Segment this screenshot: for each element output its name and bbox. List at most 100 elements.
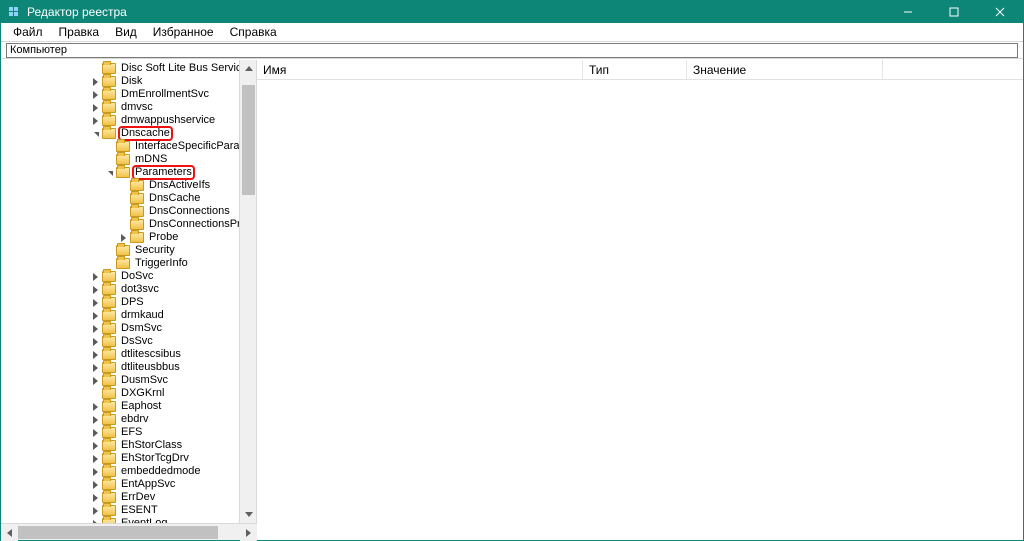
chevron-right-icon[interactable] bbox=[90, 401, 101, 412]
tree-node-label: Dnscache bbox=[119, 127, 172, 140]
folder-icon bbox=[102, 89, 116, 100]
chevron-down-icon[interactable] bbox=[90, 128, 101, 139]
tree-node[interactable]: InterfaceSpecificParameters bbox=[3, 140, 256, 153]
chevron-right-icon[interactable] bbox=[118, 232, 129, 243]
folder-icon bbox=[130, 180, 144, 191]
tree-node[interactable]: ebdrv bbox=[3, 413, 256, 426]
scroll-up-button[interactable] bbox=[240, 60, 256, 77]
tree-hscrollbar[interactable] bbox=[1, 523, 257, 540]
tree-node[interactable]: DnsConnectionsProxies bbox=[3, 218, 256, 231]
chevron-right-icon[interactable] bbox=[90, 271, 101, 282]
tree-node[interactable]: ErrDev bbox=[3, 491, 256, 504]
tree-node[interactable]: Probe bbox=[3, 231, 256, 244]
menu-edit[interactable]: Правка bbox=[51, 24, 108, 40]
tree-node[interactable]: Security bbox=[3, 244, 256, 257]
folder-icon bbox=[116, 258, 130, 269]
tree-node[interactable]: Disk bbox=[3, 75, 256, 88]
folder-icon bbox=[102, 297, 116, 308]
tree-node-label: dot3svc bbox=[119, 283, 161, 296]
chevron-right-icon[interactable] bbox=[90, 297, 101, 308]
chevron-right-icon[interactable] bbox=[90, 102, 101, 113]
tree-node-label: dmwappushservice bbox=[119, 114, 217, 127]
close-button[interactable] bbox=[977, 1, 1023, 23]
folder-icon bbox=[102, 414, 116, 425]
scroll-left-button[interactable] bbox=[1, 524, 18, 541]
column-extra[interactable] bbox=[883, 60, 1023, 80]
tree-node[interactable]: DmEnrollmentSvc bbox=[3, 88, 256, 101]
tree-node[interactable]: drmkaud bbox=[3, 309, 256, 322]
minimize-button[interactable] bbox=[885, 1, 931, 23]
tree-node[interactable]: dmvsc bbox=[3, 101, 256, 114]
tree-line bbox=[118, 206, 129, 217]
tree-node[interactable]: EhStorTcgDrv bbox=[3, 452, 256, 465]
chevron-right-icon[interactable] bbox=[90, 479, 101, 490]
chevron-right-icon[interactable] bbox=[90, 349, 101, 360]
menu-view[interactable]: Вид bbox=[107, 24, 145, 40]
chevron-right-icon[interactable] bbox=[90, 375, 101, 386]
tree-node[interactable]: DXGKrnl bbox=[3, 387, 256, 400]
tree-node[interactable]: dot3svc bbox=[3, 283, 256, 296]
column-type[interactable]: Тип bbox=[583, 60, 687, 80]
tree-node[interactable]: EntAppSvc bbox=[3, 478, 256, 491]
tree-node[interactable]: dmwappushservice bbox=[3, 114, 256, 127]
folder-icon bbox=[102, 336, 116, 347]
chevron-right-icon[interactable] bbox=[90, 310, 101, 321]
scroll-down-button[interactable] bbox=[240, 506, 256, 523]
tree-node[interactable]: dtliteusbbus bbox=[3, 361, 256, 374]
chevron-right-icon[interactable] bbox=[90, 492, 101, 503]
values-list[interactable] bbox=[257, 80, 1023, 540]
tree-node[interactable]: Disc Soft Lite Bus Service bbox=[3, 62, 256, 75]
tree-node[interactable]: mDNS bbox=[3, 153, 256, 166]
registry-tree[interactable]: Disc Soft Lite Bus ServiceDiskDmEnrollme… bbox=[1, 60, 256, 523]
tree-node[interactable]: Dnscache bbox=[3, 127, 256, 140]
chevron-right-icon[interactable] bbox=[90, 284, 101, 295]
chevron-right-icon[interactable] bbox=[90, 440, 101, 451]
tree-node[interactable]: dtlitescsibus bbox=[3, 348, 256, 361]
folder-icon bbox=[102, 505, 116, 516]
chevron-right-icon[interactable] bbox=[90, 427, 101, 438]
tree-node[interactable]: embeddedmode bbox=[3, 465, 256, 478]
tree-node[interactable]: DsmSvc bbox=[3, 322, 256, 335]
chevron-right-icon[interactable] bbox=[90, 336, 101, 347]
tree-node[interactable]: DusmSvc bbox=[3, 374, 256, 387]
folder-icon bbox=[102, 284, 116, 295]
chevron-right-icon[interactable] bbox=[90, 453, 101, 464]
maximize-button[interactable] bbox=[931, 1, 977, 23]
tree-node[interactable]: Eaphost bbox=[3, 400, 256, 413]
folder-icon bbox=[116, 141, 130, 152]
tree-node[interactable]: DsSvc bbox=[3, 335, 256, 348]
menu-favorites[interactable]: Избранное bbox=[145, 24, 222, 40]
tree-node[interactable]: DPS bbox=[3, 296, 256, 309]
tree-node[interactable]: EFS bbox=[3, 426, 256, 439]
chevron-right-icon[interactable] bbox=[90, 362, 101, 373]
tree-node-label: Disc Soft Lite Bus Service bbox=[119, 62, 250, 75]
tree-node[interactable]: EhStorClass bbox=[3, 439, 256, 452]
chevron-right-icon[interactable] bbox=[90, 115, 101, 126]
address-input[interactable]: Компьютер bbox=[6, 43, 1018, 58]
tree-vscrollbar[interactable] bbox=[239, 60, 256, 523]
column-name[interactable]: Имя bbox=[257, 60, 583, 80]
column-data[interactable]: Значение bbox=[687, 60, 883, 80]
chevron-right-icon[interactable] bbox=[90, 505, 101, 516]
vscroll-thumb[interactable] bbox=[242, 85, 255, 195]
menu-help[interactable]: Справка bbox=[222, 24, 285, 40]
menu-file[interactable]: Файл bbox=[5, 24, 51, 40]
tree-line bbox=[104, 245, 115, 256]
tree-node[interactable]: Parameters bbox=[3, 166, 256, 179]
chevron-right-icon[interactable] bbox=[90, 414, 101, 425]
scroll-right-button[interactable] bbox=[240, 524, 257, 541]
hscroll-thumb[interactable] bbox=[18, 526, 218, 539]
tree-node-label: DnsActiveIfs bbox=[147, 179, 212, 192]
tree-node[interactable]: DoSvc bbox=[3, 270, 256, 283]
tree-node[interactable]: TriggerInfo bbox=[3, 257, 256, 270]
chevron-right-icon[interactable] bbox=[90, 323, 101, 334]
tree-node[interactable]: DnsActiveIfs bbox=[3, 179, 256, 192]
chevron-right-icon[interactable] bbox=[90, 89, 101, 100]
titlebar[interactable]: Редактор реестра bbox=[1, 1, 1023, 23]
chevron-right-icon[interactable] bbox=[90, 466, 101, 477]
tree-node[interactable]: DnsCache bbox=[3, 192, 256, 205]
chevron-right-icon[interactable] bbox=[90, 76, 101, 87]
tree-node[interactable]: ESENT bbox=[3, 504, 256, 517]
tree-node[interactable]: DnsConnections bbox=[3, 205, 256, 218]
chevron-down-icon[interactable] bbox=[104, 167, 115, 178]
